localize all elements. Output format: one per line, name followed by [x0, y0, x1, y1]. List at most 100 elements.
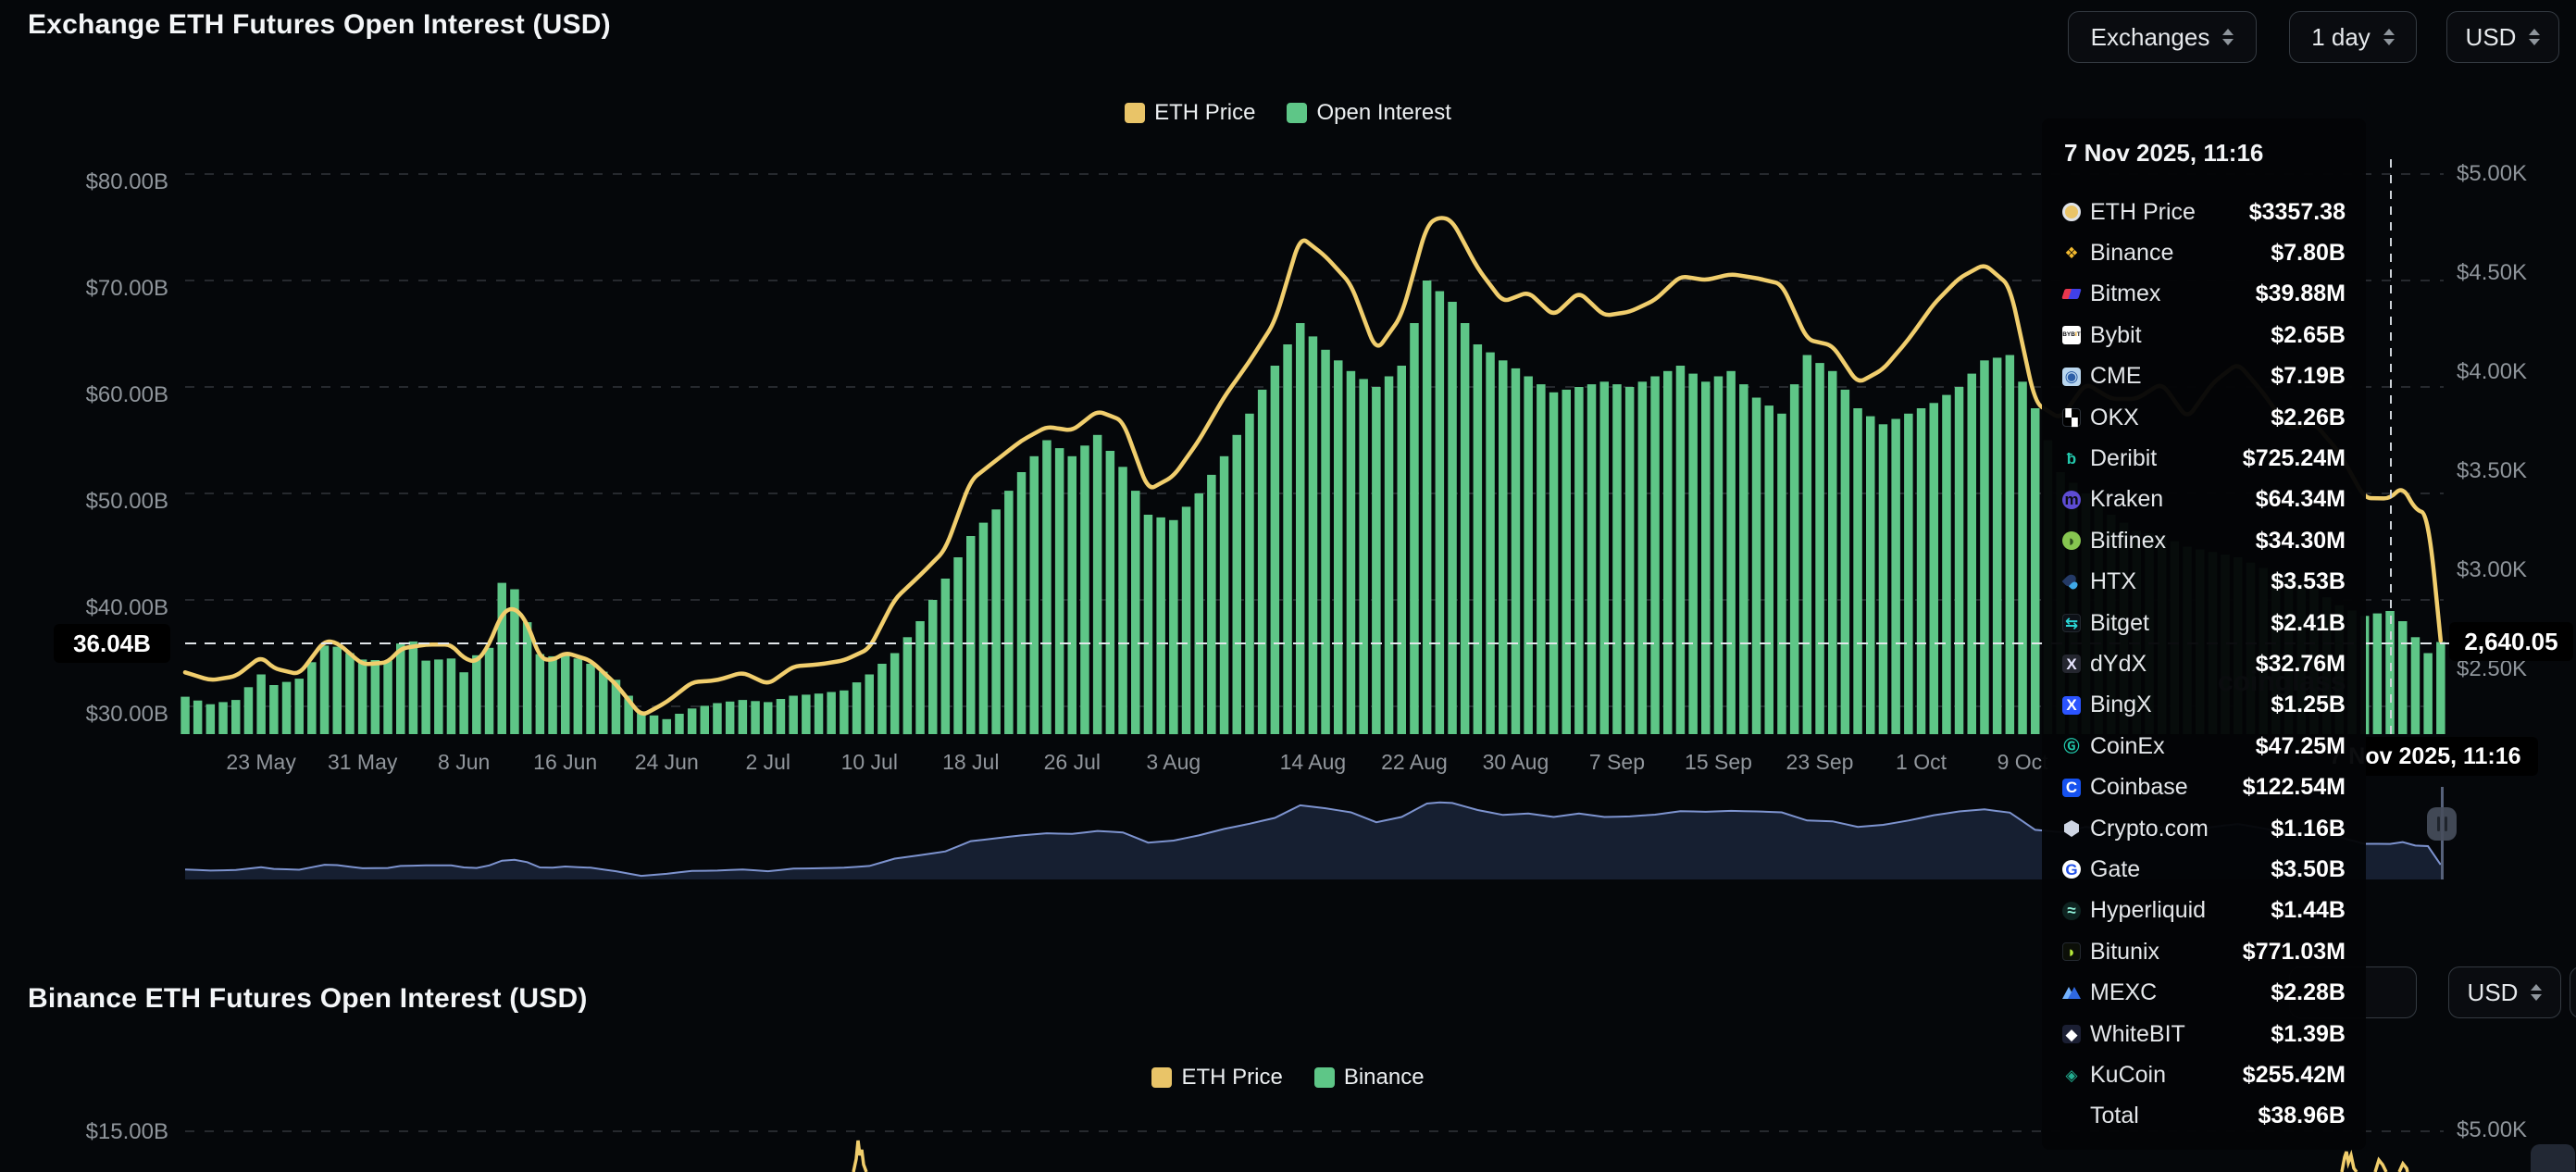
y-left-tick-label: $30.00B [56, 702, 168, 728]
coinbase-icon: C [2062, 779, 2081, 797]
cme-icon: ◉ [2062, 368, 2081, 386]
chart2-currency-dropdown-label: USD [2468, 979, 2519, 1007]
tooltip-row: ƀDeribit$725.24M [2062, 438, 2346, 479]
htx-icon [2062, 573, 2081, 592]
bingx-icon: X [2062, 696, 2081, 715]
tooltip-row-name: WhiteBIT [2090, 1021, 2185, 1048]
tooltip-row-value: $122.54M [2243, 774, 2346, 801]
chart2-extra-button-sliver[interactable] [2570, 966, 2576, 1018]
navigator-drag-handle[interactable] [2427, 807, 2457, 841]
x-tick-label: 26 Jul [1044, 750, 1101, 775]
bitfinex-icon: ◗ [2062, 531, 2081, 550]
legend-item-eth-price[interactable]: ETH Price [1151, 1065, 1282, 1091]
tooltip-row-value: $7.80B [2271, 240, 2346, 267]
gate-icon: G [2062, 860, 2081, 879]
tooltip-row-name: CoinEx [2090, 733, 2165, 760]
y-left-tick-label: $80.00B [56, 169, 168, 195]
tooltip-row-name: Gate [2090, 856, 2140, 883]
tooltip-row: MEXC$2.28B [2062, 972, 2346, 1013]
x-tick-label: 10 Jul [841, 750, 898, 775]
tooltip-row-value: $64.34M [2256, 486, 2346, 513]
y-left-tick-label: $40.00B [56, 595, 168, 621]
legend-label: Open Interest [1316, 100, 1450, 126]
tooltip-row-value: $2.65B [2271, 322, 2346, 349]
tooltip-row-name: OKX [2090, 405, 2139, 431]
exchanges-dropdown[interactable]: Exchanges [2068, 11, 2257, 63]
tooltip-row: ◗ Bitunix $771.03M [2062, 931, 2346, 972]
interval-dropdown-label: 1 day [2311, 23, 2371, 52]
tooltip-row-name: Crypto.com [2090, 816, 2209, 842]
dydx-icon: X [2062, 655, 2081, 673]
tooltip-row-value: $38.96B [2258, 1103, 2346, 1129]
tooltip-row-name: MEXC [2090, 979, 2157, 1006]
binance-icon: ❖ [2062, 244, 2081, 263]
y-right-tick-label: $3.00K [2457, 557, 2527, 583]
x-tick-label: 30 Aug [1483, 750, 1549, 775]
crypto-com-icon [2062, 819, 2081, 838]
tooltip-row: ◈KuCoin$255.42M [2062, 1054, 2346, 1095]
current-oi-badge: 36.04B [54, 624, 170, 663]
tooltip-row-value: $1.16B [2271, 816, 2346, 842]
tooltip-row-name: Coinbase [2090, 774, 2188, 801]
whitebit-icon: ◆ [2062, 1025, 2081, 1043]
tooltip-row: ▚ OKX $2.26B [2062, 397, 2346, 438]
tooltip-row-name: dYdX [2090, 651, 2147, 678]
tooltip-row-name: KuCoin [2090, 1062, 2166, 1089]
kucoin-icon: ◈ [2062, 1066, 2081, 1084]
chart2-y-right-label: $5.00K [2457, 1117, 2527, 1143]
tooltip-row: C Coinbase $122.54M [2062, 767, 2346, 807]
tooltip-row-value: $2.26B [2271, 405, 2346, 431]
tooltip-row-value: $725.24M [2243, 445, 2346, 472]
tooltip-row-name: Bitfinex [2090, 528, 2166, 555]
x-tick-label: 16 Jun [533, 750, 597, 775]
tooltip-row: XdYdX$32.76M [2062, 643, 2346, 684]
tooltip-row-name: Bybit [2090, 322, 2142, 349]
currency-dropdown[interactable]: USD [2446, 11, 2559, 63]
tooltip-row: ≈Hyperliquid$1.44B [2062, 891, 2346, 931]
tooltip-date: 7 Nov 2025, 11:16 [2064, 139, 2346, 168]
tooltip-row-name: CME [2090, 363, 2142, 390]
tooltip-row-name: Bitmex [2090, 281, 2160, 307]
x-tick-label: 7 Sep [1589, 750, 1645, 775]
chart2-eth-price-line [2375, 1160, 2386, 1172]
tooltip-row: ❖ Binance $7.80B [2062, 232, 2346, 273]
x-tick-label: 31 May [328, 750, 397, 775]
x-tick-label: 8 Jun [438, 750, 490, 775]
exchanges-dropdown-label: Exchanges [2091, 23, 2210, 52]
tooltip-row-value: $34.30M [2256, 528, 2346, 555]
x-tick-label: 15 Sep [1685, 750, 1752, 775]
chevron-updown-icon [2222, 29, 2234, 45]
tooltip-row-value: $47.25M [2256, 733, 2346, 760]
tooltip-row: Crypto.com $1.16B [2062, 808, 2346, 849]
x-tick-label: 18 Jul [942, 750, 999, 775]
legend-item-binance[interactable]: Binance [1314, 1065, 1425, 1091]
tooltip-row-name: Bitunix [2090, 939, 2159, 966]
deribit-icon: ƀ [2062, 450, 2081, 468]
interval-dropdown[interactable]: 1 day [2289, 11, 2417, 63]
chevron-updown-icon [2531, 984, 2542, 1001]
okx-icon: ▚ [2062, 408, 2081, 427]
floating-corner-button[interactable] [2531, 1144, 2575, 1172]
tooltip-row-value: $1.25B [2271, 692, 2346, 718]
chart2-currency-dropdown[interactable]: USD [2448, 966, 2561, 1018]
legend-item-eth-price[interactable]: ETH Price [1125, 100, 1255, 126]
chart2-eth-price-line [2399, 1164, 2408, 1172]
kraken-icon: m [2062, 491, 2081, 509]
tooltip-row: ◉CME$7.19B [2062, 356, 2346, 397]
legend-item-open-interest[interactable]: Open Interest [1287, 100, 1450, 126]
tooltip-row-value: $771.03M [2243, 939, 2346, 966]
bitunix-icon: ◗ [2062, 942, 2081, 961]
tooltip-row: Bitmex$39.88M [2062, 274, 2346, 315]
legend-label: Binance [1344, 1065, 1425, 1091]
y-left-tick-label: $60.00B [56, 382, 168, 408]
tooltip-row-value: $1.39B [2271, 1021, 2346, 1048]
currency-dropdown-label: USD [2466, 23, 2517, 52]
bitmex-icon [2062, 285, 2081, 304]
tooltip-row: ◗ Bitfinex $34.30M [2062, 520, 2346, 561]
tooltip-row-name: Binance [2090, 240, 2173, 267]
x-tick-label: 23 May [226, 750, 295, 775]
tooltip-row-name: BingX [2090, 692, 2152, 718]
tooltip-row-value: $3.53B [2271, 568, 2346, 595]
eth-price-legend-swatch [1125, 103, 1145, 123]
chart2-eth-price-line [853, 1141, 866, 1172]
